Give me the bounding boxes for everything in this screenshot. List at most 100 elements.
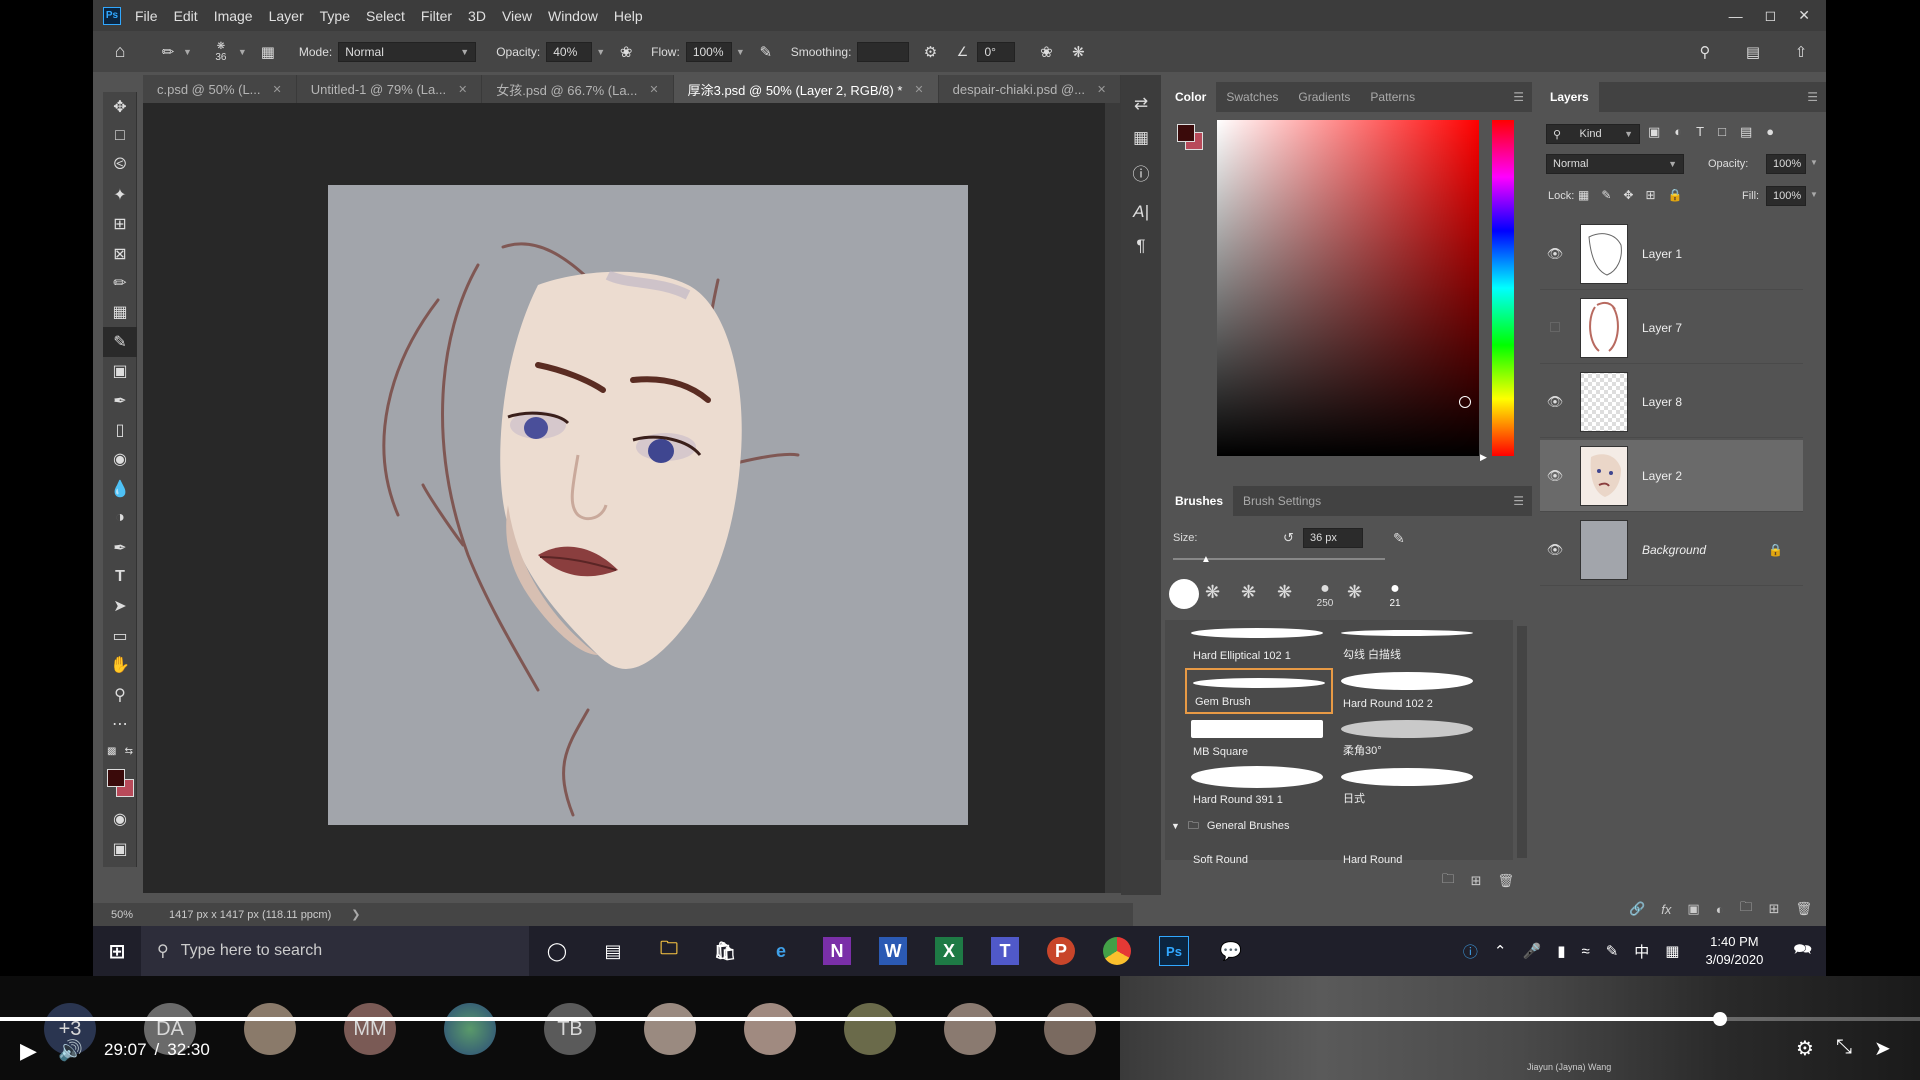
canvas-area[interactable] (143, 103, 1143, 893)
recent-brush-preset[interactable]: ● 250 (1311, 580, 1339, 614)
adjustments-panel-icon[interactable]: ▦ (1121, 121, 1161, 155)
maximize-icon[interactable]: ◻ (1765, 7, 1777, 24)
settings-gear-icon[interactable]: ⚙ (1796, 1036, 1814, 1061)
dodge-tool-icon[interactable]: ◑ (103, 503, 137, 532)
brush-group-general[interactable]: ▼ 🗀 General Brushes (1165, 814, 1513, 838)
word-icon[interactable]: W (879, 937, 907, 965)
size-slider-handle-icon[interactable]: ▲ (1201, 554, 1211, 565)
adjustment-layer-icon[interactable]: ◐ (1716, 902, 1724, 917)
recent-brush-preset[interactable]: ❋ (1277, 582, 1305, 606)
recent-brush-preset[interactable]: ❋ (1347, 582, 1375, 606)
pen-tool-icon[interactable]: ✒ (103, 533, 137, 562)
volume-icon[interactable]: 🔊 (58, 1038, 83, 1063)
panel-menu-icon[interactable]: ☰ (1807, 90, 1818, 104)
layer-opacity-field[interactable]: 100% (1766, 154, 1806, 174)
rectangle-tool-icon[interactable]: ▭ (103, 621, 137, 650)
menu-image[interactable]: Image (214, 8, 253, 24)
lasso-tool-icon[interactable]: ⧀ (103, 151, 137, 180)
hue-slider-marker-icon[interactable]: ▶ (1480, 452, 1487, 463)
angle-field[interactable]: 0° (977, 41, 1016, 62)
close-tab-icon[interactable]: ✕ (273, 83, 282, 96)
chrome-icon[interactable] (1103, 937, 1131, 965)
new-brush-icon[interactable]: ✎ (1393, 530, 1405, 547)
layer-row[interactable]: Layer 7 (1540, 292, 1803, 364)
chevron-down-icon[interactable]: ▼ (596, 47, 605, 57)
task-view-icon[interactable]: ▤ (591, 933, 635, 969)
brush-item[interactable]: Hard Round (1335, 842, 1483, 866)
brush-tool-icon[interactable]: ✎ (103, 327, 137, 357)
recent-brush-preset[interactable]: ● 21 (1381, 580, 1409, 614)
chevron-down-icon[interactable]: ▼ (1171, 821, 1180, 831)
new-group-icon[interactable]: 🗀 (1740, 898, 1753, 920)
flow-field[interactable]: 100% (685, 41, 732, 62)
store-icon[interactable]: 🛍 (703, 933, 747, 969)
chevron-down-icon[interactable]: ▼ (1810, 190, 1818, 199)
clone-stamp-tool-icon[interactable]: ▣ (103, 357, 137, 386)
wifi-icon[interactable]: ≈ (1581, 943, 1589, 960)
color-field[interactable] (1217, 120, 1479, 456)
tab-gradients[interactable]: Gradients (1288, 82, 1360, 112)
participant-avatar[interactable] (1044, 1003, 1096, 1055)
layer-row[interactable]: 👁 Layer 8 (1540, 366, 1803, 438)
move-tool-icon[interactable]: ✥ (103, 92, 137, 121)
type-filter-icon[interactable]: T (1696, 124, 1704, 140)
character-panel-icon[interactable]: A| (1121, 195, 1161, 229)
tab-color[interactable]: Color (1165, 82, 1217, 112)
chevron-up-icon[interactable]: ⌃ (1494, 942, 1507, 960)
recent-brush-preset[interactable]: ❋ (1241, 582, 1269, 606)
participant-avatar[interactable]: TB (544, 1003, 596, 1055)
crop-tool-icon[interactable]: ⊞ (103, 210, 137, 239)
hand-tool-icon[interactable]: ✋ (103, 650, 137, 679)
close-tab-icon[interactable]: ✕ (458, 83, 467, 96)
panel-menu-icon[interactable]: ☰ (1513, 90, 1524, 104)
recent-brush-preset[interactable]: ❋ (1205, 582, 1233, 606)
magic-wand-tool-icon[interactable]: ✦ (103, 180, 137, 209)
brush-item[interactable]: 勾线 白描线 (1335, 620, 1483, 666)
recent-brush-preset[interactable] (1169, 579, 1199, 609)
close-tab-icon[interactable]: ✕ (914, 83, 923, 96)
close-tab-icon[interactable]: ✕ (649, 83, 658, 96)
eye-hidden-icon[interactable] (1540, 320, 1570, 335)
participant-avatar[interactable] (244, 1003, 296, 1055)
lock-transparency-icon[interactable]: ▦ (1578, 188, 1589, 202)
hue-slider[interactable] (1492, 120, 1514, 456)
menu-layer[interactable]: Layer (269, 8, 304, 24)
keyboard-grid-icon[interactable]: ▦ (1665, 942, 1679, 960)
brush-item[interactable]: Hard Round 102 2 (1335, 668, 1483, 714)
layer-row[interactable]: 👁 Layer 1 (1540, 218, 1803, 290)
tab-brushes[interactable]: Brushes (1165, 486, 1234, 516)
cortana-icon[interactable]: ◯ (535, 933, 579, 969)
paint-bucket-tool-icon[interactable]: ◉ (103, 445, 137, 474)
tab-patterns[interactable]: Patterns (1360, 82, 1425, 112)
brush-list-scrollbar[interactable] (1517, 626, 1527, 858)
taskbar-search[interactable]: ⚲ Type here to search (141, 926, 529, 976)
pen-icon[interactable]: ✎ (1606, 942, 1619, 960)
canvas-scrollbar[interactable] (1105, 103, 1121, 893)
delete-layer-icon[interactable]: 🗑 (1795, 901, 1812, 917)
brush-item[interactable]: Hard Round 391 1 (1185, 764, 1333, 810)
chevron-down-icon[interactable]: ▼ (238, 47, 247, 57)
chevron-down-icon[interactable]: ▼ (736, 47, 745, 57)
menu-view[interactable]: View (502, 8, 532, 24)
brush-tool-icon[interactable]: ✏ (157, 41, 179, 63)
help-icon[interactable]: ⓘ (1463, 941, 1478, 962)
history-brush-tool-icon[interactable]: ✒ (103, 386, 137, 415)
eraser-tool-icon[interactable]: ▯ (103, 415, 137, 444)
tab-document-active[interactable]: 厚涂3.psd @ 50% (Layer 2, RGB/8) * ✕ (673, 75, 939, 103)
zoom-level[interactable]: 50% (111, 909, 161, 921)
lock-position-icon[interactable]: ✥ (1623, 188, 1633, 202)
chevron-down-icon[interactable]: ▼ (1810, 158, 1818, 167)
info-panel-icon[interactable]: ⓘ (1121, 155, 1161, 189)
smart-object-filter-icon[interactable]: ▤ (1740, 124, 1752, 140)
brush-item[interactable]: Hard Elliptical 102 1 (1185, 620, 1333, 666)
ime-indicator[interactable]: 中 (1634, 941, 1649, 962)
mode-select[interactable]: Normal ▼ (338, 41, 477, 62)
menu-edit[interactable]: Edit (174, 8, 198, 24)
eye-icon[interactable]: 👁 (1540, 468, 1570, 484)
foreground-color-chip[interactable] (1177, 124, 1195, 142)
screen-mode-icon[interactable]: ▣ (103, 834, 137, 863)
eye-icon[interactable]: 👁 (1540, 246, 1570, 262)
file-explorer-icon[interactable]: 🗀 (647, 933, 691, 969)
tab-swatches[interactable]: Swatches (1216, 82, 1288, 112)
delete-brush-icon[interactable]: 🗑 (1497, 873, 1514, 889)
